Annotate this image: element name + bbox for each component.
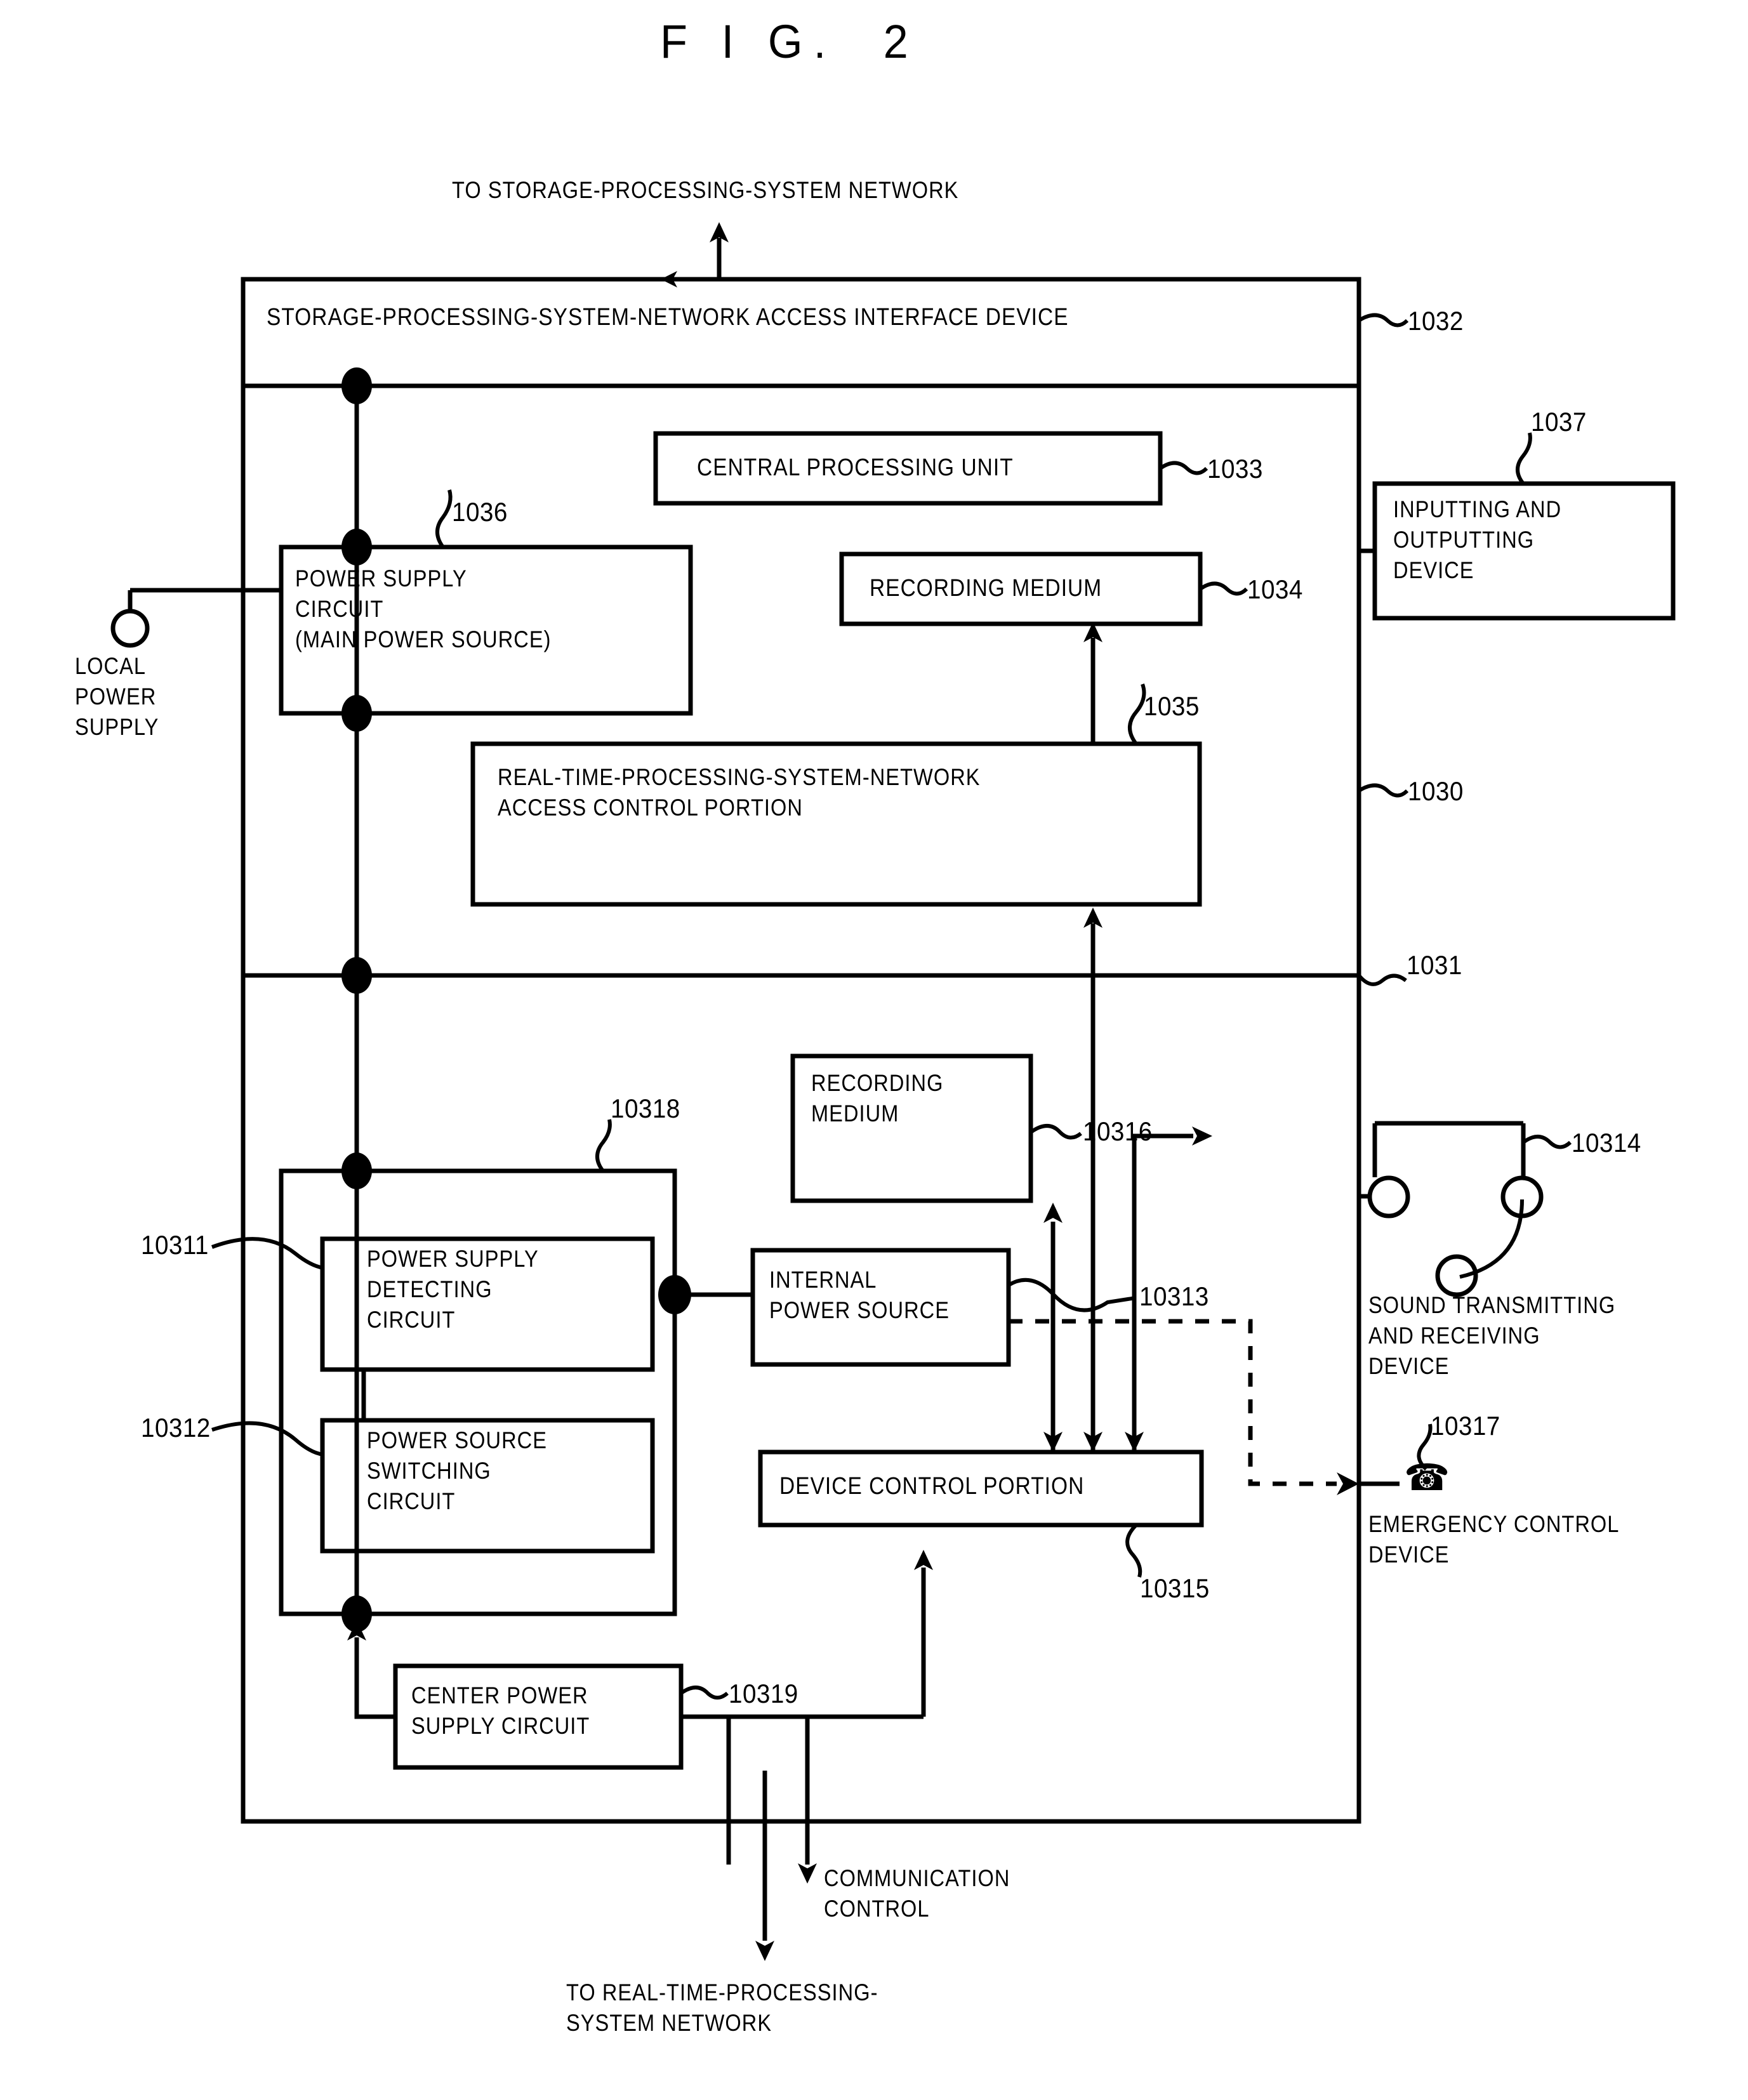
top-caption: TO STORAGE-PROCESSING-SYSTEM NETWORK: [452, 177, 959, 203]
leader-10311: [211, 1237, 324, 1270]
arrow-dcp-to-right-head: [1192, 1126, 1212, 1146]
power-source-switching-label-2: SWITCHING: [367, 1458, 491, 1484]
sound-device-label-1: SOUND TRANSMITTING: [1368, 1292, 1616, 1318]
ref-10315: 10315: [1140, 1573, 1210, 1603]
ref-10313: 10313: [1139, 1281, 1209, 1311]
dashed-emergency-arrowhead: [1337, 1472, 1359, 1495]
power-source-switching-label-1: POWER SOURCE: [367, 1427, 548, 1453]
rt-network-arrow-head: [755, 1941, 774, 1961]
rt-network-line-a: [681, 1714, 731, 1865]
emergency-device-label-1: EMERGENCY CONTROL: [1368, 1511, 1620, 1537]
leader-10314: [1522, 1135, 1572, 1149]
leader-10312: [211, 1421, 324, 1456]
leader-10316: [1030, 1124, 1082, 1140]
center-power-supply-label-2: SUPPLY CIRCUIT: [411, 1713, 590, 1739]
ref-1033: 1033: [1207, 454, 1263, 484]
power-supply-detecting-label-1: POWER SUPPLY: [367, 1246, 539, 1272]
leader-10318: [595, 1119, 612, 1172]
ref-10312: 10312: [141, 1413, 211, 1443]
local-power-supply-label-2: POWER: [75, 683, 157, 710]
ref-1036: 1036: [452, 497, 508, 527]
arrow-up-to-dcp-head: [914, 1550, 933, 1570]
leader-1033: [1159, 461, 1208, 475]
leader-1037: [1516, 432, 1532, 485]
center-power-supply-label-1: CENTER POWER: [411, 1682, 588, 1708]
ref-10311: 10311: [141, 1230, 209, 1260]
arrow-ips-to-10316-head: [1043, 1203, 1063, 1223]
power-supply-circuit-label-2: CIRCUIT: [295, 596, 384, 622]
leader-10315: [1125, 1523, 1142, 1578]
interface-device-label: STORAGE-PROCESSING-SYSTEM-NETWORK ACCESS…: [267, 304, 1069, 331]
sound-device-label-2: AND RECEIVING: [1368, 1323, 1540, 1349]
ref-1031: 1031: [1407, 950, 1462, 980]
center-power-feed: [354, 1637, 395, 1719]
ref-10318: 10318: [611, 1093, 680, 1123]
recording-medium-upper-label: RECORDING MEDIUM: [870, 575, 1102, 602]
leader-1034: [1199, 581, 1248, 596]
patent-figure-2: F I G. 2 TO STORAGE-PROCESSING-SYSTEM NE…: [0, 0, 1748, 2100]
leader-1030: [1358, 783, 1409, 798]
junction-dot-psc-top: [341, 529, 372, 565]
ref-1030: 1030: [1408, 776, 1464, 806]
leader-10319: [680, 1686, 729, 1700]
ref-10314: 10314: [1572, 1128, 1641, 1158]
ref-1037: 1037: [1531, 407, 1587, 437]
ref-1032: 1032: [1408, 306, 1464, 336]
device-control-portion-label: DEVICE CONTROL PORTION: [779, 1473, 1085, 1500]
local-power-supply-label-1: LOCAL: [75, 653, 147, 679]
power-supply-circuit-label-3: (MAIN POWER SOURCE): [295, 626, 552, 652]
power-supply-detecting-label-2: DETECTING: [367, 1276, 493, 1302]
telephone-icon: ☎: [1404, 1457, 1450, 1498]
inputting-outputting-label-3: DEVICE: [1393, 557, 1474, 583]
ref-10316: 10316: [1083, 1116, 1153, 1146]
sound-device-loop: [1372, 1121, 1526, 1177]
internal-power-source-label-2: POWER SOURCE: [769, 1297, 950, 1323]
rt-access-control-label-2: ACCESS CONTROL PORTION: [498, 795, 803, 821]
local-power-supply-label-3: SUPPLY: [75, 714, 159, 740]
leader-10313-squiggle: [1007, 1278, 1137, 1312]
power-supply-circuit-label-1: POWER SUPPLY: [295, 565, 467, 591]
figure-title: F I G. 2: [660, 15, 919, 68]
ref-1035: 1035: [1144, 691, 1200, 721]
communication-control-label-1: COMMUNICATION: [824, 1865, 1010, 1891]
bottom-caption-line-1: TO REAL-TIME-PROCESSING-: [566, 1979, 878, 2005]
power-source-switching-label-3: CIRCUIT: [367, 1488, 456, 1514]
junction-dot-header: [341, 367, 372, 404]
dashed-emergency-link: [1009, 1319, 1337, 1486]
recording-medium-lower-label-2: MEDIUM: [811, 1100, 899, 1126]
leader-1032: [1358, 313, 1409, 327]
junction-dot-divider: [341, 957, 372, 994]
bottom-caption-line-2: SYSTEM NETWORK: [566, 2010, 772, 2036]
rt-access-control-label-1: REAL-TIME-PROCESSING-SYSTEM-NETWORK: [498, 764, 981, 790]
recording-medium-lower-label-1: RECORDING: [811, 1070, 944, 1096]
communication-control-label-2: CONTROL: [824, 1896, 930, 1922]
internal-power-source-label-1: INTERNAL: [769, 1267, 877, 1293]
ref-10319: 10319: [729, 1679, 798, 1708]
comm-control-head: [798, 1863, 817, 1884]
sound-device-label-3: DEVICE: [1368, 1353, 1450, 1379]
cpu-label: CENTRAL PROCESSING UNIT: [697, 454, 1014, 481]
leader-1035: [1128, 683, 1146, 745]
ref-10317: 10317: [1431, 1411, 1500, 1441]
inputting-outputting-label-2: OUTPUTTING: [1393, 527, 1535, 553]
junction-dot-psc-bottom: [341, 695, 372, 732]
leader-1036: [435, 489, 453, 548]
local-power-terminal: [110, 609, 150, 648]
leader-1031: [1357, 974, 1407, 986]
power-supply-detecting-label-3: CIRCUIT: [367, 1307, 456, 1333]
ref-1034: 1034: [1247, 574, 1303, 604]
inputting-outputting-label-1: INPUTTING AND: [1393, 496, 1562, 522]
emergency-device-label-2: DEVICE: [1368, 1542, 1450, 1568]
sound-terminal-left: [1367, 1175, 1410, 1218]
